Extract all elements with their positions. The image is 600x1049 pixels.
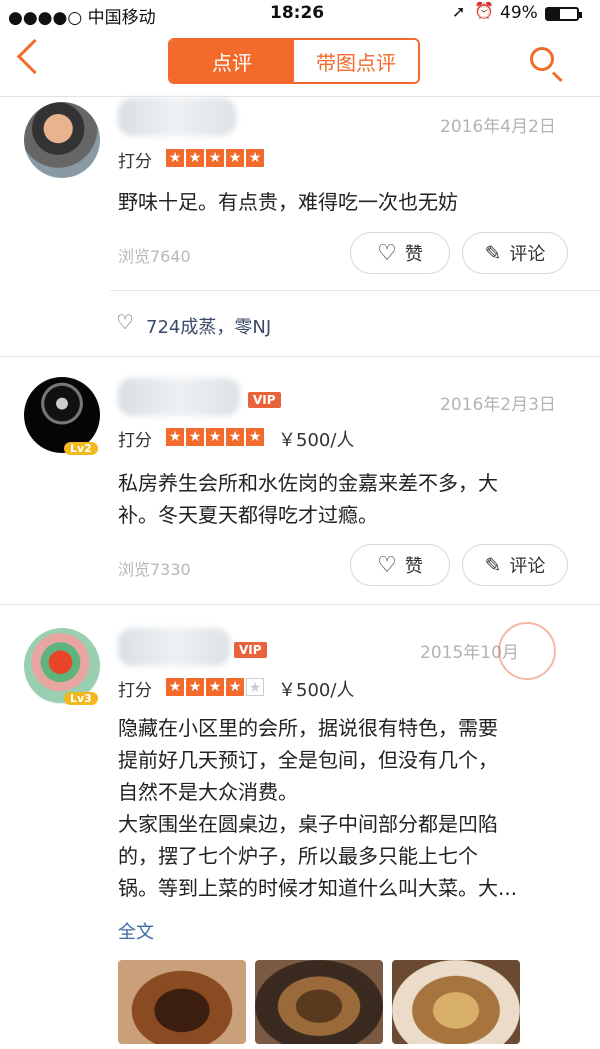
comment-button[interactable]: ✎ 评论 (462, 232, 568, 274)
vip-badge: VIP (248, 392, 281, 408)
review-text-line: 自然不是大众消费。 (118, 780, 298, 804)
star-icon: ★ (246, 149, 264, 167)
heart-icon: ♡ (377, 552, 397, 578)
search-icon[interactable] (530, 47, 554, 71)
tab-photo-reviews[interactable]: 带图点评 (294, 40, 418, 82)
back-chevron-icon[interactable] (16, 38, 53, 75)
star-icon: ★ (246, 428, 264, 446)
row-divider (110, 290, 600, 291)
review-text-line: 锅。等到上菜的时候才知道什么叫大菜。大... (118, 876, 518, 900)
star-icon: ★ (206, 678, 224, 696)
rating-label: 打分 (118, 152, 152, 172)
review-divider (0, 604, 600, 605)
star-icon: ★ (166, 149, 184, 167)
review-photo[interactable] (255, 960, 383, 1044)
carrier-label: ●●●●○ 中国移动 (8, 8, 156, 28)
review-text-line: 隐藏在小区里的会所，据说很有特色，需要 (118, 716, 498, 740)
review-text-line: 补。冬天夏天都得吃才过瘾。 (118, 503, 378, 527)
review-date: 2016年4月2日 (440, 117, 556, 137)
likers-list[interactable]: 724成蒸，零NJ (146, 313, 271, 339)
star-icon: ★ (186, 428, 204, 446)
heart-outline-icon: ♡ (116, 310, 134, 334)
like-button[interactable]: ♡ 赞 (350, 544, 450, 586)
star-rating: ★ ★ ★ ★ ★ (166, 678, 264, 696)
edit-comment-icon: ✎ (484, 241, 502, 265)
star-icon: ★ (186, 678, 204, 696)
view-count: 浏览7330 (118, 560, 191, 579)
review-divider (0, 356, 600, 357)
heart-icon: ♡ (377, 240, 397, 266)
review-date: 2016年2月3日 (440, 395, 556, 415)
review-type-switch: 点评 带图点评 (168, 38, 420, 84)
price-per-person: ￥500/人 (278, 430, 355, 451)
star-icon: ★ (226, 149, 244, 167)
rating-label: 打分 (118, 431, 152, 451)
vip-badge: VIP (234, 642, 267, 658)
star-icon: ★ (206, 428, 224, 446)
tab-reviews[interactable]: 点评 (170, 40, 294, 82)
username-blurred[interactable] (118, 378, 240, 416)
review-text: 私房养生会所和水佐岗的金嘉来差不多，大 补。冬天夏天都得吃才过瘾。 (118, 467, 498, 531)
status-bar: ●●●●○ 中国移动 18:26 49% ➚ ⏰ (0, 0, 600, 28)
featured-stamp-icon (498, 622, 556, 680)
star-icon: ★ (226, 428, 244, 446)
review-text-line: 私房养生会所和水佐岗的金嘉来差不多，大 (118, 471, 498, 495)
star-icon: ★ (206, 149, 224, 167)
nav-divider (0, 96, 600, 97)
review-text: 野味十足。有点贵，难得吃一次也无妨 (118, 190, 458, 214)
battery-percent: 49% (500, 3, 538, 23)
alarm-icon: ⏰ (474, 1, 494, 20)
like-label: 赞 (404, 556, 423, 577)
edit-comment-icon: ✎ (484, 553, 502, 577)
price-per-person: ￥500/人 (278, 680, 355, 701)
comment-label: 评论 (509, 556, 546, 577)
comment-button[interactable]: ✎ 评论 (462, 544, 568, 586)
star-rating: ★ ★ ★ ★ ★ (166, 149, 264, 167)
review-text-line: 大家围坐在圆桌边，桌子中间部分都是凹陷 (118, 812, 498, 836)
review-photo[interactable] (118, 960, 246, 1044)
view-count: 浏览7640 (118, 247, 191, 266)
review-photo[interactable] (392, 960, 520, 1044)
level-badge: Lv2 (64, 442, 98, 455)
username-blurred[interactable] (118, 98, 236, 136)
full-text-link[interactable]: 全文 (118, 918, 154, 944)
star-icon: ★ (166, 678, 184, 696)
review-text-line: 的，摆了七个炉子，所以最多只能上七个 (118, 844, 478, 868)
rating-label: 打分 (118, 681, 152, 701)
star-icon: ★ (186, 149, 204, 167)
username-blurred[interactable] (118, 628, 230, 666)
star-empty-icon: ★ (246, 678, 264, 696)
clock: 18:26 (270, 3, 325, 23)
battery-icon (545, 7, 582, 21)
location-icon: ➚ (452, 2, 466, 21)
review-text: 隐藏在小区里的会所，据说很有特色，需要 提前好几天预订，全是包间，但没有几个， … (118, 712, 517, 904)
level-badge: Lv3 (64, 692, 98, 705)
search-icon-handle (551, 71, 563, 83)
like-label: 赞 (404, 244, 423, 265)
star-icon: ★ (166, 428, 184, 446)
comment-label: 评论 (509, 244, 546, 265)
like-button[interactable]: ♡ 赞 (350, 232, 450, 274)
review-text-line: 提前好几天预订，全是包间，但没有几个， (118, 748, 498, 772)
star-icon: ★ (226, 678, 244, 696)
avatar[interactable] (24, 102, 100, 178)
star-rating: ★ ★ ★ ★ ★ (166, 428, 264, 446)
